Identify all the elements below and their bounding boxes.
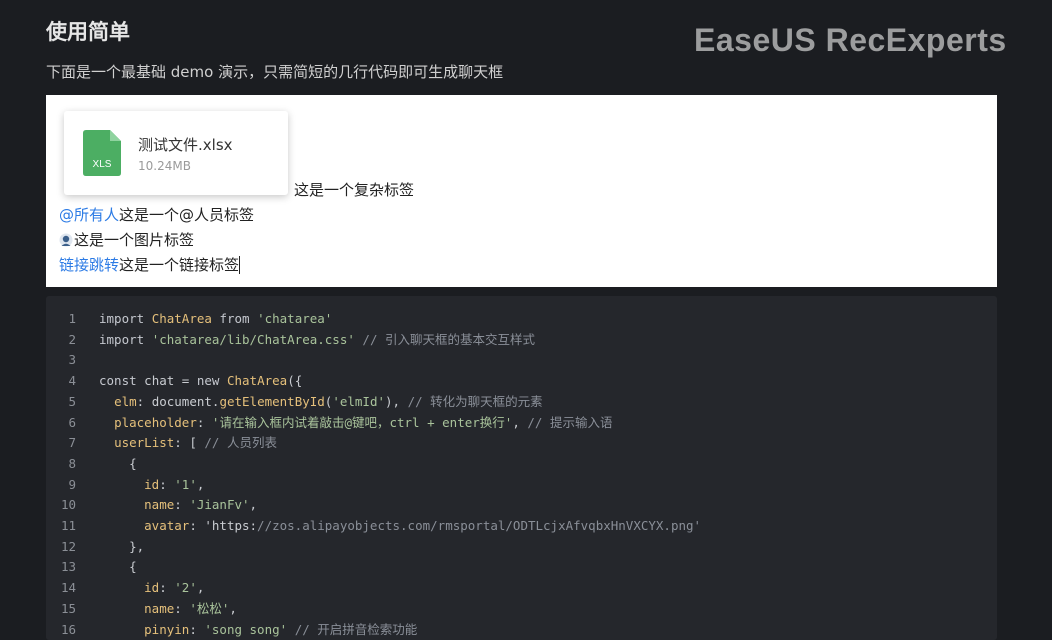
code-line: 13 { [46, 557, 137, 577]
line-number: 15 [60, 600, 76, 616]
line-number: 16 [60, 621, 76, 637]
line-number: 11 [60, 518, 76, 533]
code-text: id: '2', [144, 580, 205, 596]
code-line: 5 elm: document.getElementById('elmId'),… [46, 392, 542, 412]
code-text: avatar: 'https://zos.alipayobjects.com/r… [144, 518, 702, 533]
code-line: 7 userList: [ // 人员列表 [46, 433, 277, 453]
line-number: 10 [60, 497, 76, 513]
file-attachment-card[interactable]: XLS 测试文件.xlsx 10.24MB [64, 111, 288, 195]
line-number: 3 [68, 352, 76, 368]
recorder-watermark: EaseUS RecExperts [694, 22, 1007, 58]
line-number: 1 [68, 311, 76, 326]
code-block: 1 import ChatArea from 'chatarea' 2 import … [46, 296, 997, 640]
link-tag-label: 这是一个链接标签 [119, 256, 240, 274]
link-tag[interactable]: 链接跳转 [59, 256, 119, 274]
code-text: import ChatArea from 'chatarea' [99, 311, 333, 326]
avatar-image-icon[interactable] [59, 233, 73, 247]
code-line: 10 name: 'JianFv', [46, 495, 257, 515]
code-text: }, [99, 538, 145, 554]
code-line: 6 placeholder: '请在输入框内试着敲击@键吧，ctrl + ent… [46, 413, 612, 433]
code-text: import 'chatarea/lib/ChatArea.css' // 引入… [99, 331, 535, 347]
line-number: 13 [60, 559, 76, 575]
code-text: elm: document.getElementById('elmId'), /… [114, 393, 543, 409]
line-number: 4 [68, 373, 76, 389]
code-line: 3 [46, 350, 76, 370]
code-line: 15 name: '松松', [46, 599, 237, 619]
code-line: 11 avatar: 'https://zos.alipayobjects.co… [46, 516, 701, 536]
section-title: 使用简单 [46, 20, 130, 44]
text-caret [239, 256, 241, 274]
section-subtitle: 下面是一个最基础 demo 演示，只需简短的几行代码即可生成聊天框 [46, 63, 504, 81]
code-line: 14 id: '2', [46, 578, 204, 598]
xls-file-icon: XLS [83, 130, 121, 176]
code-line: 8 { [46, 454, 136, 474]
xls-icon-label: XLS [93, 159, 112, 170]
line-number: 7 [68, 435, 76, 451]
image-tag-label: 这是一个图片标签 [74, 231, 195, 249]
line-number: 5 [68, 393, 76, 409]
line-number: 12 [60, 538, 76, 554]
file-name: 测试文件.xlsx [138, 136, 233, 154]
code-line: 1 import ChatArea from 'chatarea' [46, 309, 332, 329]
code-line: 4 const chat = new ChatArea({ [46, 371, 302, 391]
complex-tag-label: 这是一个复杂标签 [294, 181, 415, 199]
link-line: 链接跳转这是一个链接标签 [59, 254, 241, 275]
code-text: placeholder: '请在输入框内试着敲击@键吧，ctrl + enter… [114, 414, 613, 430]
line-number: 2 [68, 331, 76, 347]
code-line: 16 pinyin: 'song song' // 开启拼音检索功能 [46, 620, 417, 640]
code-text: id: '1', [144, 476, 205, 492]
line-number: 9 [68, 476, 76, 492]
code-line: 9 id: '1', [46, 475, 204, 495]
line-number: 14 [60, 580, 76, 596]
line-number: 8 [68, 455, 76, 471]
image-line: 这是一个图片标签 [59, 229, 194, 250]
code-text: { [99, 559, 137, 575]
code-text: const chat = new ChatArea({ [99, 373, 303, 389]
mention-tag[interactable]: @所有人 [59, 206, 119, 224]
code-text: name: '松松', [144, 600, 237, 616]
code-line: 12 }, [46, 537, 144, 557]
mention-tag-label: 这是一个@人员标签 [119, 206, 255, 224]
code-line: 2 import 'chatarea/lib/ChatArea.css' // 引… [46, 330, 535, 350]
chat-input-demo[interactable]: XLS 测试文件.xlsx 10.24MB 这是一个复杂标签 @所有人这是一个@… [46, 95, 997, 287]
code-text: userList: [ // 人员列表 [114, 435, 277, 451]
mention-line: @所有人这是一个@人员标签 [59, 204, 254, 225]
code-text: { [99, 455, 137, 471]
line-number: 6 [68, 414, 76, 430]
code-text: pinyin: 'song song' // 开启拼音检索功能 [144, 621, 418, 637]
code-text: name: 'JianFv', [144, 497, 258, 513]
file-size: 10.24MB [138, 159, 191, 173]
